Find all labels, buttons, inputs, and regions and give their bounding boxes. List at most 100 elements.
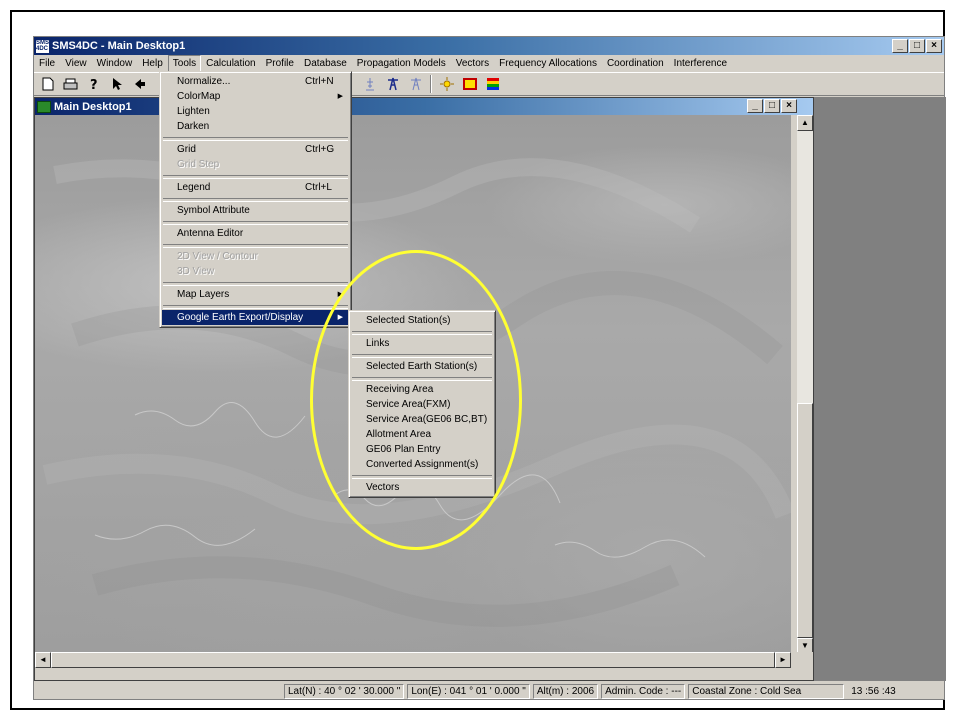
app-title: SMS4DC - Main Desktop1: [52, 40, 186, 52]
child-maximize-button[interactable]: □: [764, 99, 780, 113]
resize-grip[interactable]: [797, 652, 813, 668]
layer-icon[interactable]: [458, 74, 481, 95]
svg-text:?: ?: [90, 78, 98, 91]
status-longitude: Lon(E) : 041 ° 01 ' 0.000 ": [407, 683, 530, 699]
tools-menu-item-2d-view-contour: 2D View / Contour: [162, 249, 349, 264]
menu-separator: [162, 279, 349, 287]
menu-item-label: Legend: [177, 182, 211, 193]
sun-icon[interactable]: [435, 74, 458, 95]
tools-menu-dropdown: Normalize... Ctrl+N ColorMap ▶ Lighten Darken…: [159, 71, 352, 328]
menu-item-shortcut: Ctrl+L: [305, 182, 332, 193]
menu-separator: [351, 328, 493, 336]
horizontal-scrollbar[interactable]: ◄ ►: [35, 652, 791, 668]
new-icon[interactable]: [36, 74, 59, 95]
tools-menu-item-3d-view: 3D View: [162, 264, 349, 279]
menu-tools[interactable]: Tools: [167, 55, 202, 72]
ge-menu-item-service-area-fxm[interactable]: Service Area(FXM): [351, 397, 493, 412]
status-coastal-zone: Coastal Zone : Cold Sea: [688, 683, 845, 699]
maximize-button[interactable]: □: [909, 39, 925, 53]
ge-menu-item-service-area-ge06-bc-bt[interactable]: Service Area(GE06 BC,BT): [351, 412, 493, 427]
colormap-icon[interactable]: [481, 74, 504, 95]
menu-help[interactable]: Help: [137, 55, 168, 72]
app-logo-icon: SMS 4DC: [36, 39, 50, 53]
tower-icon[interactable]: [381, 74, 404, 95]
tools-menu-item-grid[interactable]: Grid Ctrl+G: [162, 142, 349, 157]
menu-view[interactable]: View: [60, 55, 92, 72]
horizontal-scroll-thumb[interactable]: [51, 652, 775, 668]
antenna-outline-icon[interactable]: [358, 74, 381, 95]
ge-menu-item-allotment-area[interactable]: Allotment Area: [351, 427, 493, 442]
menu-separator: [162, 134, 349, 142]
submenu-arrow-icon: ▶: [337, 93, 343, 100]
menu-window[interactable]: Window: [92, 55, 138, 72]
tower-outline-icon[interactable]: [404, 74, 427, 95]
tools-menu-item-legend[interactable]: Legend Ctrl+L: [162, 180, 349, 195]
tools-menu-item-symbol-attribute[interactable]: Symbol Attribute: [162, 203, 349, 218]
menu-frequency-allocations[interactable]: Frequency Allocations: [494, 55, 602, 72]
scroll-left-button[interactable]: ◄: [35, 652, 51, 668]
print-icon[interactable]: [59, 74, 82, 95]
help-icon[interactable]: ?: [82, 74, 105, 95]
app-titlebar[interactable]: SMS 4DC SMS4DC - Main Desktop1 _ □ ×: [34, 37, 944, 55]
menu-propagation-models[interactable]: Propagation Models: [352, 55, 451, 72]
ge-menu-item-vectors[interactable]: Vectors: [351, 480, 493, 495]
menu-database[interactable]: Database: [299, 55, 352, 72]
menu-item-label: Symbol Attribute: [177, 205, 250, 216]
menu-vectors[interactable]: Vectors: [451, 55, 494, 72]
tools-menu-item-map-layers[interactable]: Map Layers ▶: [162, 287, 349, 302]
google-earth-submenu: Selected Station(s) Links Selected Earth S…: [348, 310, 496, 498]
menu-item-label: Darken: [177, 121, 210, 132]
ge-menu-item-receiving-area[interactable]: Receiving Area: [351, 382, 493, 397]
ge-menu-item-ge06-plan-entry[interactable]: GE06 Plan Entry: [351, 442, 493, 457]
ge-menu-item-converted-assignment-s[interactable]: Converted Assignment(s): [351, 457, 493, 472]
menubar: File View Window Help Tools Calculation Profil…: [34, 55, 944, 72]
child-close-button[interactable]: ×: [781, 99, 797, 113]
ge-menu-item-selected-earth-station-s[interactable]: Selected Earth Station(s): [351, 359, 493, 374]
menu-item-label: Map Layers: [177, 289, 230, 300]
menu-item-label: Grid Step: [177, 159, 220, 170]
menu-separator: [162, 195, 349, 203]
menu-item-label: 2D View / Contour: [177, 251, 258, 262]
ge-menu-item-links[interactable]: Links: [351, 336, 493, 351]
menu-item-label: Google Earth Export/Display: [177, 312, 304, 323]
vertical-scroll-thumb[interactable]: [797, 403, 813, 638]
scroll-right-button[interactable]: ►: [775, 652, 791, 668]
minimize-button[interactable]: _: [892, 39, 908, 53]
menu-calculation[interactable]: Calculation: [201, 55, 260, 72]
tools-menu-item-google-earth-export-display[interactable]: Google Earth Export/Display ▶: [162, 310, 349, 325]
menu-profile[interactable]: Profile: [261, 55, 299, 72]
child-minimize-button[interactable]: _: [747, 99, 763, 113]
menu-item-label: Lighten: [177, 106, 210, 117]
statusbar: Lat(N) : 40 ° 02 ' 30.000 " Lon(E) : 041…: [34, 681, 944, 701]
menu-separator: [162, 218, 349, 226]
scroll-up-button[interactable]: ▲: [797, 115, 813, 131]
menu-file[interactable]: File: [34, 55, 60, 72]
menu-separator: [351, 351, 493, 359]
menu-item-label: Antenna Editor: [177, 228, 244, 239]
tools-menu-item-lighten[interactable]: Lighten: [162, 104, 349, 119]
back-icon[interactable]: [128, 74, 151, 95]
menu-coordination[interactable]: Coordination: [602, 55, 669, 72]
status-latitude: Lat(N) : 40 ° 02 ' 30.000 ": [284, 683, 405, 699]
tools-menu-item-antenna-editor[interactable]: Antenna Editor: [162, 226, 349, 241]
tools-menu-item-colormap[interactable]: ColorMap ▶: [162, 89, 349, 104]
close-button[interactable]: ×: [926, 39, 942, 53]
submenu-arrow-icon: ▶: [337, 291, 343, 298]
menu-separator: [351, 472, 493, 480]
status-admin-code: Admin. Code : ---: [601, 683, 686, 699]
pointer-icon[interactable]: [105, 74, 128, 95]
mdi-background: [814, 97, 946, 681]
status-time: 13 :56 :43: [851, 685, 896, 697]
tools-menu-item-grid-step: Grid Step: [162, 157, 349, 172]
ge-menu-item-selected-station-s[interactable]: Selected Station(s): [351, 313, 493, 328]
child-titlebar[interactable]: Main Desktop1 _ □ ×: [35, 98, 813, 115]
tools-menu-item-darken[interactable]: Darken: [162, 119, 349, 134]
menu-item-label: Grid: [177, 144, 196, 155]
vertical-scrollbar[interactable]: ▲ ▼: [797, 115, 813, 654]
menu-separator: [162, 241, 349, 249]
submenu-arrow-icon: ▶: [337, 314, 343, 321]
menu-item-label: ColorMap: [177, 91, 221, 102]
tools-menu-item-normalize[interactable]: Normalize... Ctrl+N: [162, 74, 349, 89]
menu-interference[interactable]: Interference: [669, 55, 732, 72]
status-altitude: Alt(m) : 2006: [532, 683, 599, 699]
